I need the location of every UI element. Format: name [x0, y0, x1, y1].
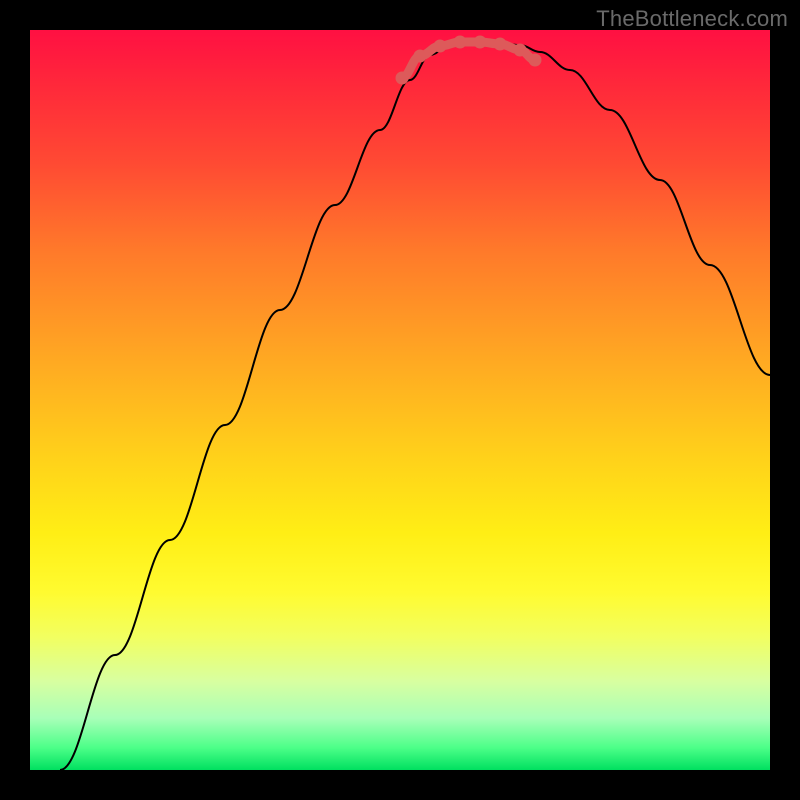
accent-dot: [514, 44, 527, 57]
accent-dot: [414, 50, 427, 63]
accent-dot: [454, 36, 467, 49]
accent-dot: [474, 36, 487, 49]
chart-plot-area: [30, 30, 770, 770]
main-curve-line: [60, 42, 770, 770]
accent-dot: [494, 38, 507, 51]
accent-dot: [529, 54, 542, 67]
chart-svg: [30, 30, 770, 770]
accent-dot: [434, 40, 447, 53]
accent-dot: [396, 72, 409, 85]
watermark-text: TheBottleneck.com: [596, 6, 788, 32]
